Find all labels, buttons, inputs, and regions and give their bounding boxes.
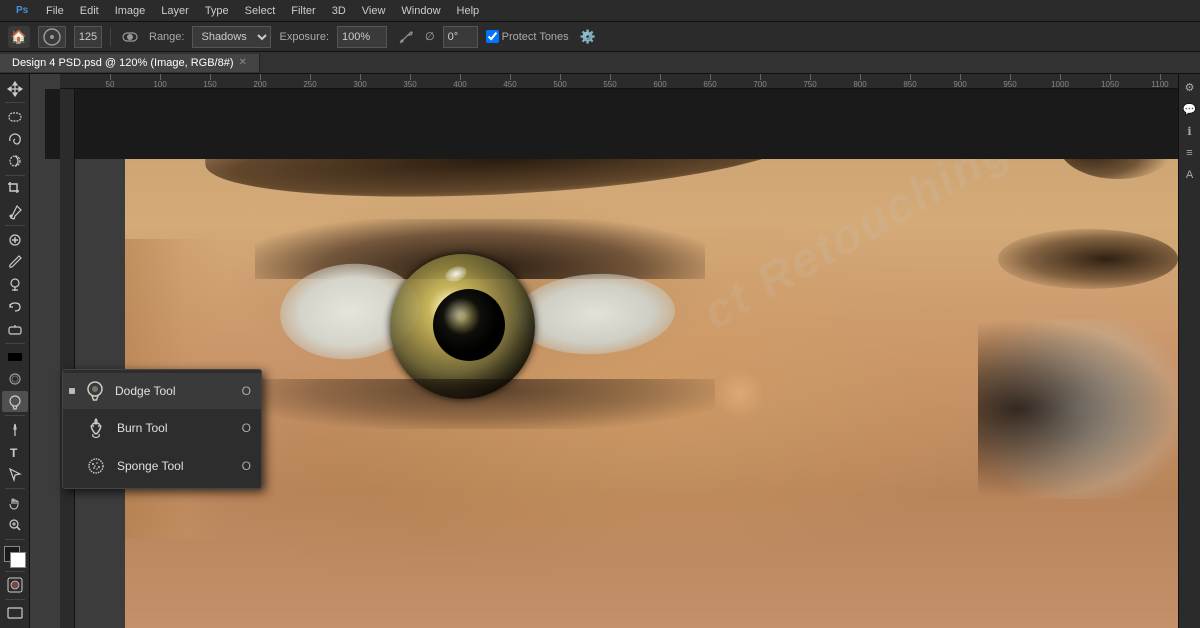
menu-image[interactable]: Image <box>109 3 152 19</box>
foreground-background-colors[interactable] <box>2 544 28 565</box>
ruler-horizontal: 5010015020025030035040045050055060065070… <box>60 74 1178 89</box>
crop-tool[interactable] <box>2 179 28 200</box>
sponge-tool-shortcut: O <box>242 459 251 473</box>
svg-text:T: T <box>10 446 18 460</box>
right-panel-btn-2[interactable]: 💬 <box>1181 100 1199 118</box>
home-icon[interactable]: 🏠 <box>8 26 30 48</box>
lasso-tool[interactable] <box>2 128 28 149</box>
tab-close-button[interactable]: ✕ <box>239 57 247 68</box>
menu-view[interactable]: View <box>356 3 392 19</box>
type-tool[interactable]: T <box>2 442 28 463</box>
dodge-tool-label: Dodge Tool <box>115 384 234 398</box>
menu-filter[interactable]: Filter <box>285 3 321 19</box>
context-menu-item-dodge[interactable]: Dodge Tool O <box>63 373 261 409</box>
dodge-tool-icon <box>83 379 107 403</box>
canvas-wrapper: 5010015020025030035040045050055060065070… <box>30 74 1178 628</box>
gradient-tool[interactable] <box>2 347 28 368</box>
brush-preview[interactable] <box>38 26 66 48</box>
eyedropper-tool[interactable] <box>2 201 28 222</box>
menu-layer[interactable]: Layer <box>155 3 195 19</box>
right-panel-btn-3[interactable]: ℹ <box>1181 122 1199 140</box>
menu-3d[interactable]: 3D <box>326 3 352 19</box>
right-panel: ⚙ 💬 ℹ ≡ A <box>1178 74 1200 628</box>
menu-bar: Ps File Edit Image Layer Type Select Fil… <box>0 0 1200 22</box>
pen-tool[interactable] <box>2 419 28 440</box>
eraser-tool[interactable] <box>2 318 28 339</box>
menu-help[interactable]: Help <box>451 3 486 19</box>
context-menu-item-sponge[interactable]: Sponge Tool O <box>63 447 261 485</box>
burn-tool-icon <box>83 415 109 441</box>
inactive-indicator <box>69 425 75 431</box>
zoom-tool[interactable] <box>2 514 28 535</box>
context-menu-item-burn[interactable]: Burn Tool O <box>63 409 261 447</box>
right-panel-btn-5[interactable]: A <box>1181 166 1199 184</box>
range-label: Range: <box>149 31 184 43</box>
dodge-tool-shortcut: O <box>242 384 251 398</box>
dodge-burn-tool[interactable] <box>2 391 28 412</box>
blur-tool[interactable] <box>2 369 28 390</box>
tab-label: Design 4 PSD.psd @ 120% (Image, RGB/8#) <box>12 57 234 69</box>
burn-tool-label: Burn Tool <box>117 421 234 435</box>
ruler-vertical <box>60 89 75 628</box>
tab-bar: Design 4 PSD.psd @ 120% (Image, RGB/8#) … <box>0 52 1200 74</box>
exposure-label: Exposure: <box>279 31 329 43</box>
photo-background: ct Retouching Inc... <box>125 89 1178 628</box>
angle-input[interactable] <box>443 26 478 48</box>
move-tool[interactable] <box>2 78 28 99</box>
path-selection-tool[interactable] <box>2 464 28 485</box>
menu-file[interactable]: File <box>40 3 70 19</box>
left-toolbar: T <box>0 74 30 628</box>
brush-tool[interactable] <box>2 252 28 273</box>
protect-tones-checkbox[interactable] <box>486 30 499 43</box>
angle-symbol: ∅ <box>425 30 435 43</box>
right-panel-btn-4[interactable]: ≡ <box>1181 144 1199 162</box>
document-tab[interactable]: Design 4 PSD.psd @ 120% (Image, RGB/8#) … <box>0 54 260 72</box>
inactive-indicator2 <box>69 463 75 469</box>
options-bar: 🏠 125 Range: Shadows Midtones Highlights… <box>0 22 1200 52</box>
sponge-tool-label: Sponge Tool <box>117 459 234 473</box>
history-tool[interactable] <box>2 296 28 317</box>
main-layout: T 50100150200250300350400450500550600650… <box>0 74 1200 628</box>
context-menu: Dodge Tool O Burn Tool O <box>62 369 262 489</box>
burn-tool-shortcut: O <box>242 421 251 435</box>
active-indicator <box>69 388 75 394</box>
canvas-area[interactable]: ct Retouching Inc... <box>45 89 1178 628</box>
right-panel-btn-1[interactable]: ⚙ <box>1181 78 1199 96</box>
sponge-tool-icon <box>83 453 109 479</box>
svg-text:Ps: Ps <box>16 5 29 16</box>
exposure-input[interactable] <box>337 26 387 48</box>
range-select[interactable]: Shadows Midtones Highlights <box>192 26 271 48</box>
settings-icon[interactable]: ⚙️ <box>577 26 599 48</box>
tool-mode-icon[interactable] <box>119 26 141 48</box>
healing-tool[interactable] <box>2 229 28 250</box>
menu-ps[interactable]: Ps <box>8 0 36 22</box>
airbrush-icon[interactable] <box>395 26 417 48</box>
menu-window[interactable]: Window <box>395 3 446 19</box>
marquee-tool[interactable] <box>2 106 28 127</box>
quick-mask-tool[interactable] <box>2 574 28 595</box>
menu-edit[interactable]: Edit <box>74 3 105 19</box>
quick-selection-tool[interactable] <box>2 151 28 172</box>
clone-tool[interactable] <box>2 274 28 295</box>
protect-tones-label[interactable]: Protect Tones <box>486 30 569 43</box>
screen-mode-tool[interactable] <box>2 603 28 624</box>
menu-select[interactable]: Select <box>239 3 282 19</box>
menu-type[interactable]: Type <box>199 3 235 19</box>
brush-size: 125 <box>74 26 102 48</box>
hand-tool[interactable] <box>2 492 28 513</box>
